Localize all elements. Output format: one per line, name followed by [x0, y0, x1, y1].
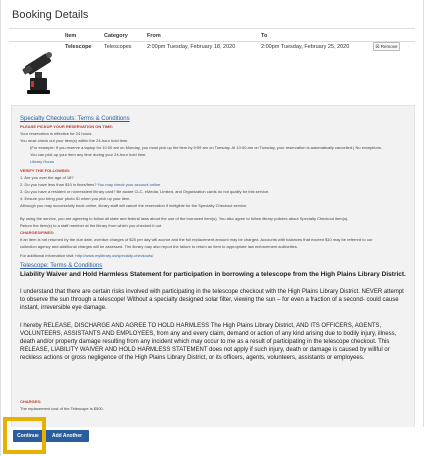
col-header-item: Item — [65, 33, 77, 39]
charges-heading-2: CHARGES: — [20, 399, 42, 404]
verify-item: 4. Ensure you bring your photo ID when y… — [20, 196, 131, 201]
verify-item: 2. Do you have less than $10 in fines/fe… — [20, 182, 160, 187]
info-line: For additional information visit: http:/… — [20, 253, 153, 258]
charges-heading: CHARGES/FINES: — [20, 230, 55, 235]
col-header-category: Category — [104, 33, 128, 39]
policy-line: You must check out your item(s) within t… — [20, 138, 129, 143]
verify-item: 3. Do you have a resident or nonresident… — [20, 189, 270, 194]
col-header-from: From — [147, 33, 161, 39]
telescope-image — [22, 52, 52, 94]
verify-item: 1. Are you over the age of 18? — [20, 175, 74, 180]
info-text: For additional information visit: — [20, 253, 75, 258]
table-header-divider — [9, 41, 415, 42]
charges-line: collection agency and additional charges… — [20, 244, 298, 249]
waiver-title: Liability Waiver and Hold Harmless State… — [20, 271, 406, 278]
verify-note: Although you may successfully book onlin… — [20, 203, 248, 208]
booking-panel: Booking Details Item Category From To Te… — [0, 0, 424, 456]
remove-label: Remove — [380, 44, 398, 49]
highlight-box — [3, 417, 46, 454]
info-link[interactable]: http://www.mylibrary.us/specialty-checko… — [75, 253, 153, 258]
divider — [9, 28, 415, 29]
to-datetime: 2:00pm Tuesday, February 25, 2020 — [261, 44, 350, 50]
release-paragraph: I hereby RELEASE, DISCHARGE AND AGREE TO… — [20, 323, 397, 361]
page-title: Booking Details — [12, 9, 89, 21]
verify-text: 2. Do you have less than $10 in fines/fe… — [20, 182, 97, 187]
terms-panel[interactable]: Specialty Checkouts: Terms & Conditions … — [11, 105, 415, 439]
charges-line: If an item is not returned by the due da… — [20, 237, 373, 242]
remove-icon: ☒ — [375, 44, 380, 49]
agreement-line: Return the item(s) to a staff member at … — [20, 223, 163, 228]
check-account-link[interactable]: You may check your account online — [98, 182, 161, 187]
item-name[interactable]: Telescope — [65, 44, 92, 50]
agreement-line: By using the service, you are agreeing t… — [20, 216, 349, 221]
from-datetime: 2:00pm Tuesday, February 18, 2020 — [147, 44, 236, 50]
policy-line: You can pick up your item any time durin… — [30, 152, 147, 157]
risk-paragraph: I understand that there are certain risk… — [20, 289, 404, 311]
verify-heading: VERIFY THE FOLLOWING: — [20, 168, 71, 173]
item-category: Telescopes — [104, 44, 132, 50]
add-booking-button[interactable]: Add Another Booking — [45, 430, 89, 451]
replacement-cost: The replacement cost of the Telescope is… — [20, 406, 104, 411]
specialty-terms-heading[interactable]: Specialty Checkouts: Terms & Conditions — [20, 116, 130, 122]
col-header-to: To — [261, 33, 268, 39]
remove-button[interactable]: ☒ Remove — [373, 42, 400, 51]
policy-line: Your reservation is effective for 24 hou… — [20, 131, 93, 136]
library-hours-link[interactable]: Library Hours — [30, 159, 54, 164]
policy-line: (For example: If you reserve a laptop fo… — [30, 145, 382, 150]
telescope-terms-heading[interactable]: Telescope: Terms & Conditions — [20, 263, 102, 269]
pickup-heading: PLEASE PICKUP YOUR RESERVATION ON TIME: — [20, 124, 114, 129]
